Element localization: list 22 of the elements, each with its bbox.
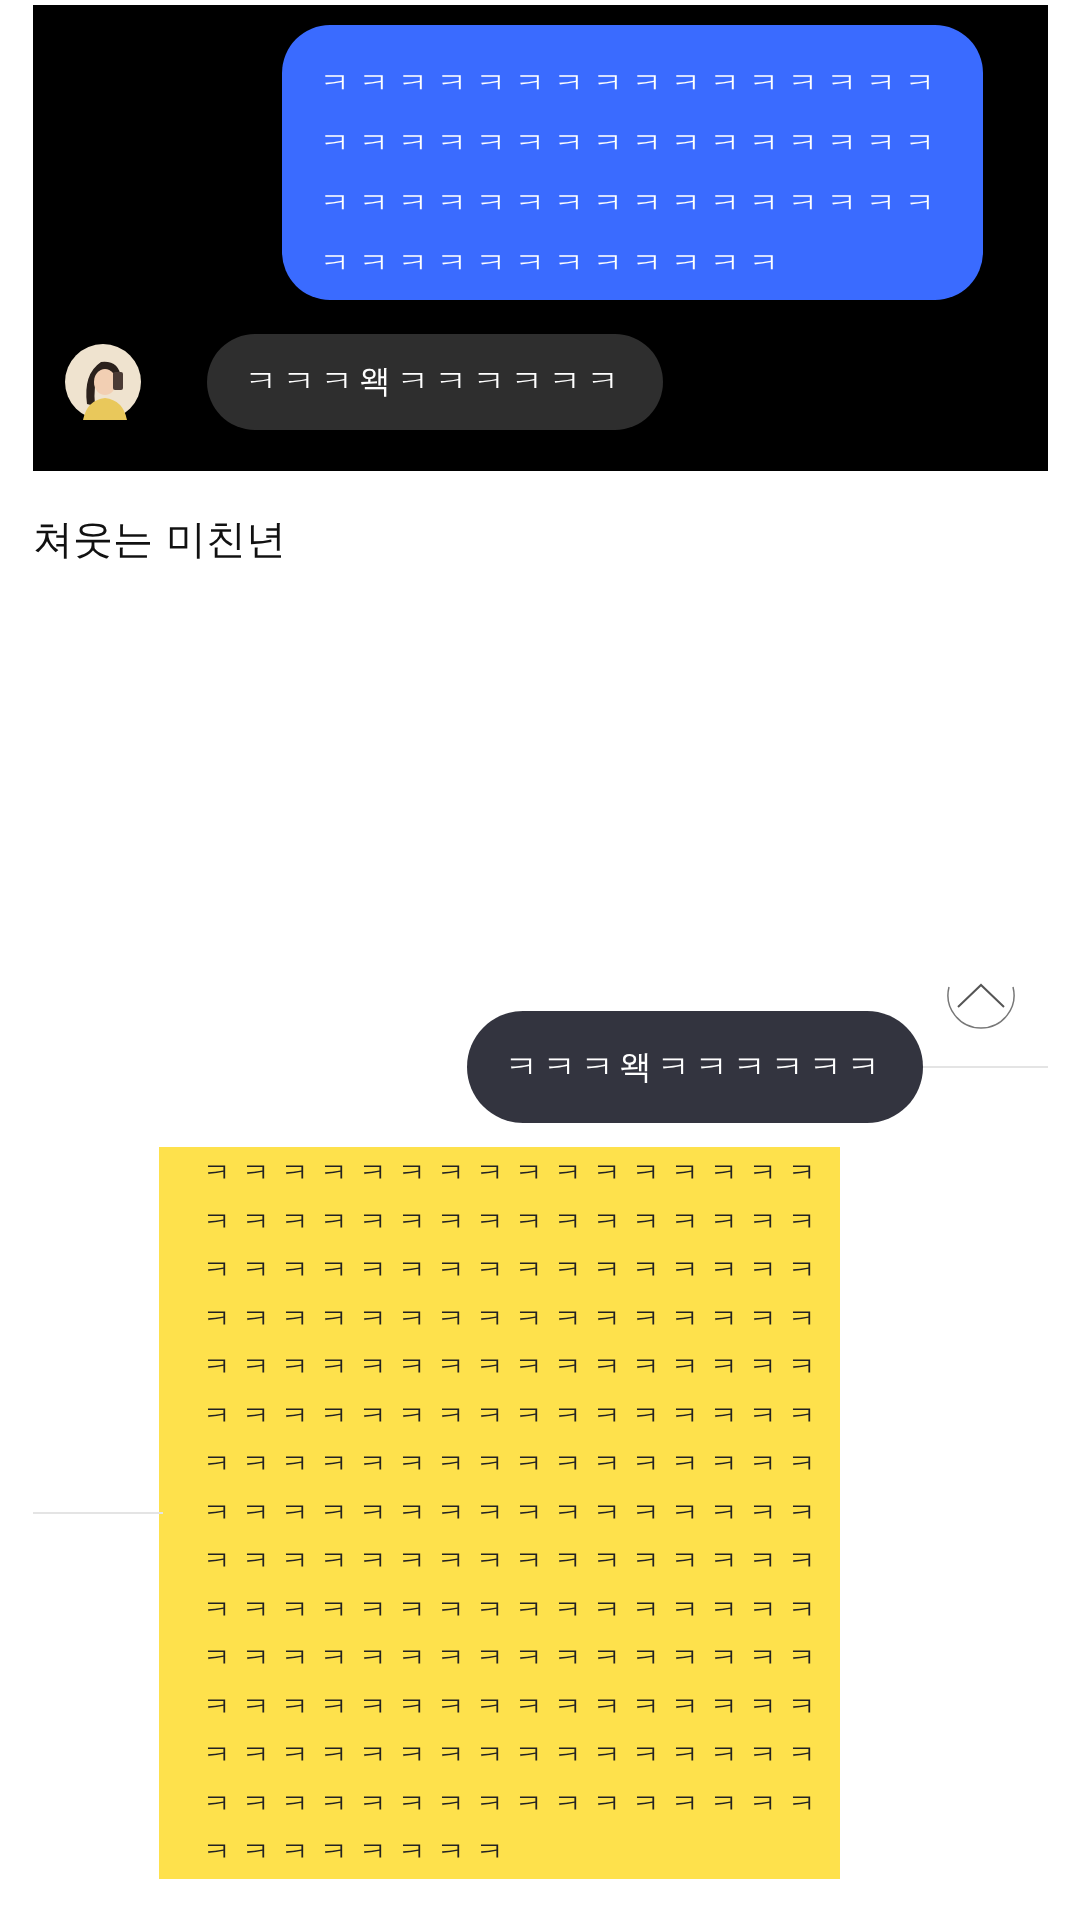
memo-line: ㅋㅋㅋㅋㅋㅋㅋㅋㅋㅋㅋㅋㅋㅋㅋㅋ <box>203 1252 828 1288</box>
message-line: ㅋㅋㅋㅋㅋㅋㅋㅋㅋㅋㅋㅋㅋㅋㅋㅋ <box>320 184 945 222</box>
memo-line: ㅋㅋㅋㅋㅋㅋㅋㅋㅋㅋㅋㅋㅋㅋㅋㅋ <box>203 1785 828 1822</box>
memo-line: ㅋㅋㅋㅋㅋㅋㅋㅋ <box>203 1834 516 1870</box>
message-line: ㅋㅋㅋㅋㅋㅋㅋㅋㅋㅋㅋㅋㅋㅋㅋㅋ <box>320 124 945 162</box>
post-caption: 쳐웃는 미친년 <box>33 515 287 564</box>
message-line: ㅋㅋㅋㅋㅋㅋㅋㅋㅋㅋㅋㅋ <box>320 244 789 282</box>
memo-line: ㅋㅋㅋㅋㅋㅋㅋㅋㅋㅋㅋㅋㅋㅋㅋㅋ <box>203 1155 828 1191</box>
memo-line: ㅋㅋㅋㅋㅋㅋㅋㅋㅋㅋㅋㅋㅋㅋㅋㅋ <box>203 1397 828 1434</box>
received-message-bubble: ㅋㅋㅋ왝ㅋㅋㅋㅋㅋㅋ <box>207 334 663 430</box>
memo-line: ㅋㅋㅋㅋㅋㅋㅋㅋㅋㅋㅋㅋㅋㅋㅋㅋ <box>203 1640 828 1676</box>
message-line: ㅋㅋㅋㅋㅋㅋㅋㅋㅋㅋㅋㅋㅋㅋㅋㅋ <box>320 64 945 102</box>
memo-line: ㅋㅋㅋㅋㅋㅋㅋㅋㅋㅋㅋㅋㅋㅋㅋㅋ <box>203 1446 828 1482</box>
memo-line: ㅋㅋㅋㅋㅋㅋㅋㅋㅋㅋㅋㅋㅋㅋㅋㅋ <box>203 1737 828 1773</box>
memo-line: ㅋㅋㅋㅋㅋㅋㅋㅋㅋㅋㅋㅋㅋㅋㅋㅋ <box>203 1300 828 1337</box>
memo-line: ㅋㅋㅋㅋㅋㅋㅋㅋㅋㅋㅋㅋㅋㅋㅋㅋ <box>203 1349 828 1385</box>
memo-line: ㅋㅋㅋㅋㅋㅋㅋㅋㅋㅋㅋㅋㅋㅋㅋㅋ <box>203 1543 828 1579</box>
memo-line: ㅋㅋㅋㅋㅋㅋㅋㅋㅋㅋㅋㅋㅋㅋㅋㅋ <box>203 1494 828 1531</box>
message-bubble: ㅋㅋㅋ왝ㅋㅋㅋㅋㅋㅋ <box>467 1011 923 1123</box>
memo-line: ㅋㅋㅋㅋㅋㅋㅋㅋㅋㅋㅋㅋㅋㅋㅋㅋ <box>203 1203 828 1240</box>
memo-line: ㅋㅋㅋㅋㅋㅋㅋㅋㅋㅋㅋㅋㅋㅋㅋㅋ <box>203 1591 828 1628</box>
memo-line: ㅋㅋㅋㅋㅋㅋㅋㅋㅋㅋㅋㅋㅋㅋㅋㅋ <box>203 1688 828 1725</box>
